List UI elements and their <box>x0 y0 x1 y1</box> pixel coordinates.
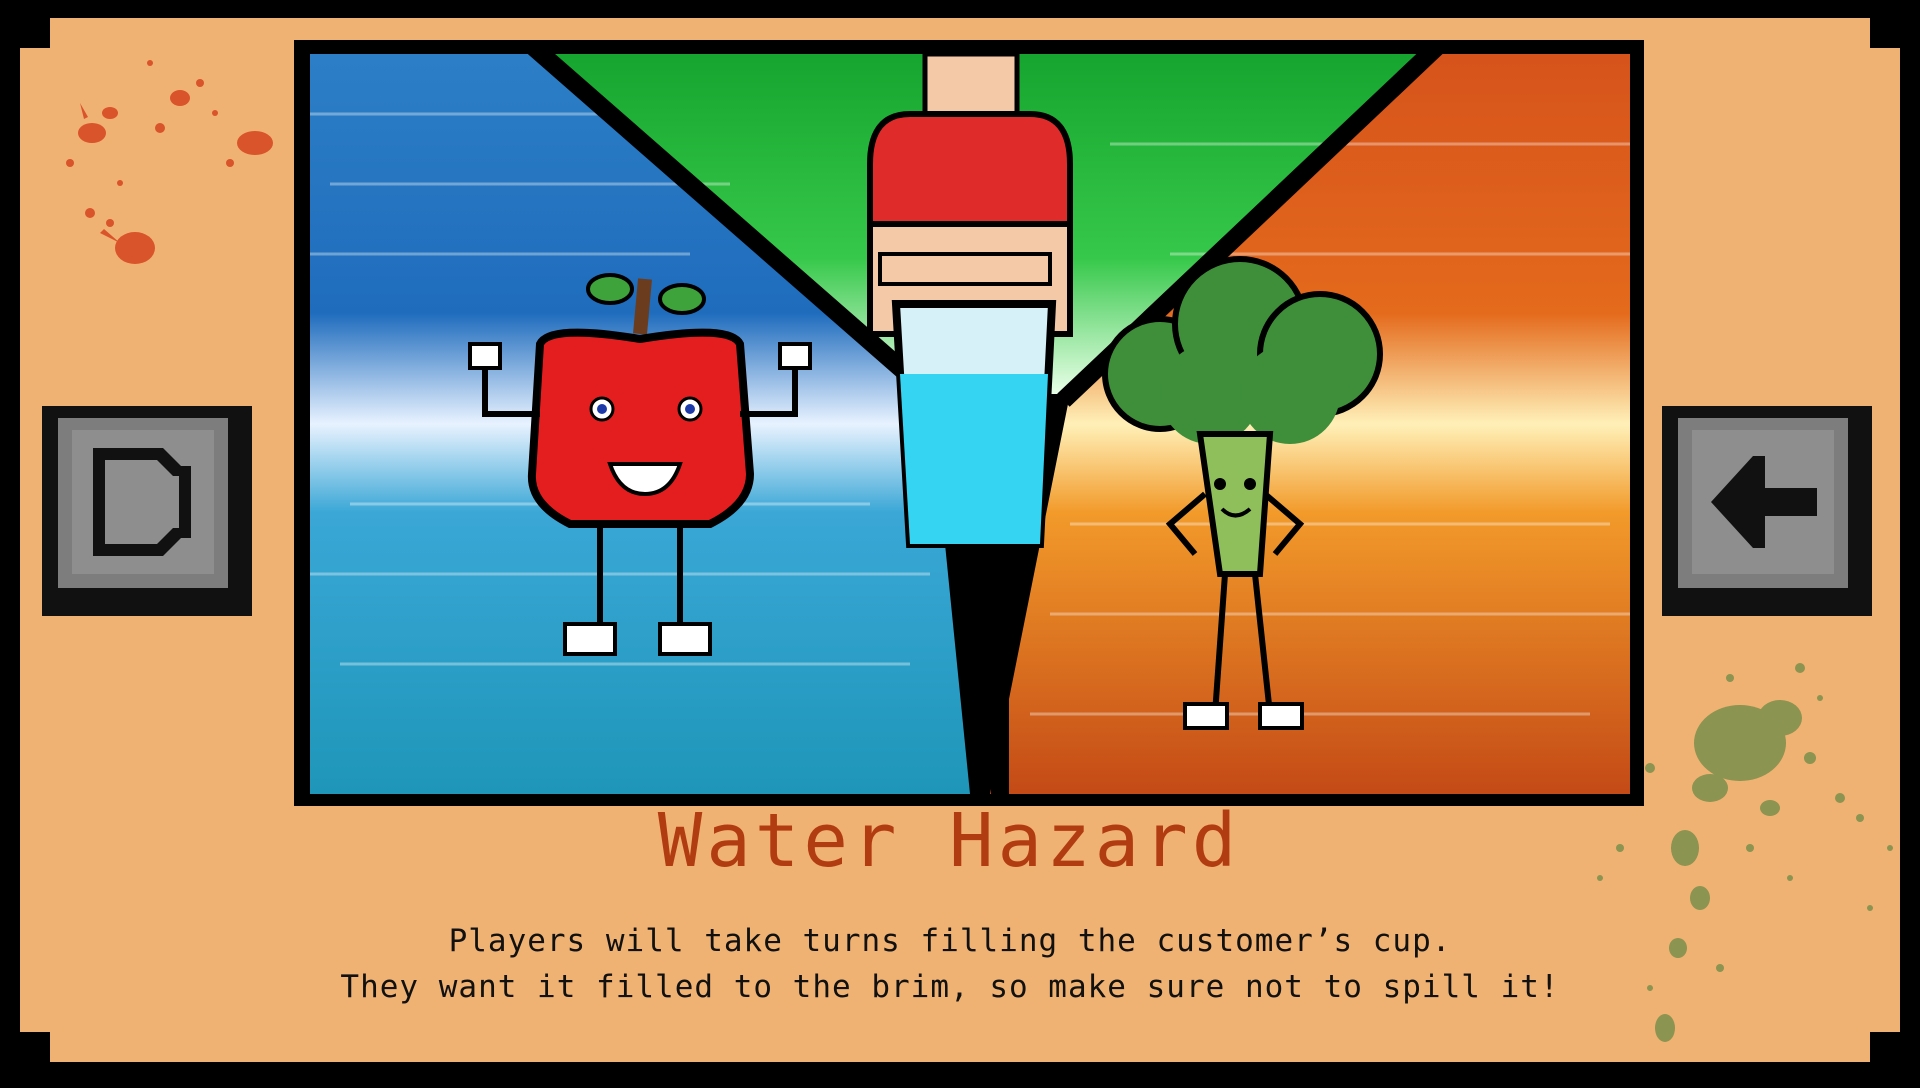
minigame-description: Players will take turns filling the cust… <box>200 918 1700 1010</box>
back-button-face <box>1678 418 1848 588</box>
d-shaped-icon <box>83 442 203 562</box>
minigame-preview-image <box>294 40 1644 806</box>
red-paint-splatter <box>50 43 290 283</box>
minigame-title: Water Hazard <box>657 798 1241 884</box>
description-line-2: They want it filled to the brim, so make… <box>340 969 1560 1005</box>
back-button[interactable] <box>1662 406 1872 616</box>
back-arrow-icon <box>1703 442 1823 562</box>
menu-panel: Water Hazard Players will take turns fil… <box>20 18 1900 1062</box>
minigame-illustration <box>310 54 1630 794</box>
left-select-button[interactable] <box>42 406 252 616</box>
description-line-1: Players will take turns filling the cust… <box>448 923 1452 959</box>
left-button-face <box>58 418 228 588</box>
game-frame: Water Hazard Players will take turns fil… <box>0 0 1920 1080</box>
water-cup <box>896 304 1052 544</box>
